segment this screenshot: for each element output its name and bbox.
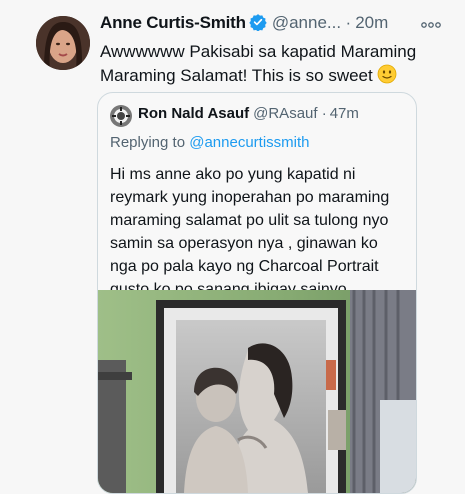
quoted-text-line: Hi ms anne ako po yung kapatid ni xyxy=(110,166,356,183)
quoted-tweet[interactable]: Ron Nald Asauf @RAsauf · 47m Replying to @… xyxy=(97,92,417,494)
separator-dot: · xyxy=(345,13,352,32)
quoted-timestamp[interactable]: 47m xyxy=(330,105,359,122)
quoted-text-line: reymark yung inoperahan po maraming xyxy=(110,189,390,206)
quoted-author-avatar[interactable] xyxy=(110,105,132,127)
quoted-author-header: Ron Nald Asauf @RAsauf · 47m xyxy=(138,105,359,122)
replying-to-handle[interactable]: @annecurtissmith xyxy=(189,134,309,151)
quoted-text-line: samin sa operasyon nya , ginawan ko xyxy=(110,235,378,252)
tweet-text-line: Maraming Salamat! This is so sweet xyxy=(100,66,373,85)
replying-to-line: Replying to @annecurtissmith xyxy=(110,134,310,151)
attached-photo[interactable] xyxy=(98,290,416,493)
quoted-handle[interactable]: @RAsauf xyxy=(253,105,317,122)
quoted-text-line: maraming salamat po ulit sa tulong nyo xyxy=(110,212,389,229)
author-avatar[interactable] xyxy=(36,16,90,70)
quoted-text-line: nga po pala kayo ng Charcoal Portrait xyxy=(110,258,379,275)
quoted-display-name[interactable]: Ron Nald Asauf xyxy=(138,105,249,122)
author-header: Anne Curtis-Smith @anne... · 20m xyxy=(100,13,440,37)
tweet-card: Anne Curtis-Smith @anne... · 20m Awwwwww P… xyxy=(0,0,465,494)
separator-dot: · xyxy=(321,105,327,122)
tweet-timestamp[interactable]: 20m xyxy=(355,13,388,32)
replying-to-label: Replying to xyxy=(110,134,190,151)
author-display-name[interactable]: Anne Curtis-Smith xyxy=(100,13,246,32)
author-handle[interactable]: @anne... xyxy=(272,13,341,32)
more-options-icon[interactable] xyxy=(421,16,441,34)
verified-badge-icon xyxy=(249,13,267,36)
tweet-text: Awwwwww Pakisabi sa kapatid Maraming Mar… xyxy=(100,40,445,91)
tweet-text-line: Awwwwww Pakisabi sa kapatid Maraming xyxy=(100,42,417,61)
slightly-smiling-face-icon xyxy=(377,64,397,91)
quoted-tweet-text: Hi ms anne ako po yung kapatid ni reymar… xyxy=(110,163,405,301)
